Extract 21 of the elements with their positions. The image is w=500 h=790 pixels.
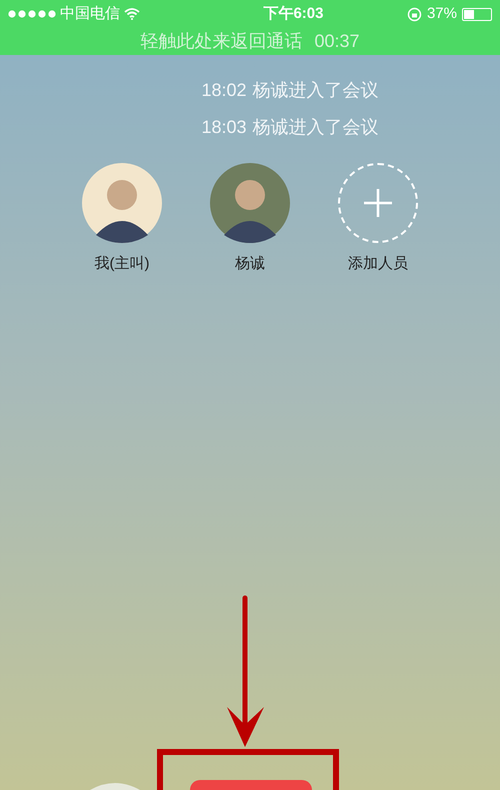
clock: 下午6:03: [263, 4, 324, 24]
mute-button[interactable]: [90, 783, 140, 790]
plus-icon: [363, 188, 393, 218]
hang-up-button[interactable]: [190, 780, 312, 790]
status-bar[interactable]: 中国电信 下午6:03 37% 轻触此处来返回通话 00:37: [0, 0, 500, 55]
event-text: 杨诚进入了会议: [252, 116, 379, 139]
participant-name: 杨诚: [235, 254, 265, 274]
call-timer: 00:37: [314, 30, 360, 53]
battery-percent: 37%: [426, 4, 457, 24]
return-to-call-text: 轻触此处来返回通话: [140, 30, 302, 53]
event-time: 18:02: [201, 79, 247, 102]
event-text: 杨诚进入了会议: [252, 79, 379, 102]
signal-icon: [8, 10, 56, 18]
carrier-name: 中国电信: [60, 4, 120, 24]
rotation-lock-icon: [406, 6, 422, 22]
add-person-button[interactable]: [338, 163, 418, 243]
wifi-icon: [124, 8, 140, 20]
participant-name: 我(主叫): [94, 254, 150, 274]
participant-name: 添加人员: [348, 254, 408, 274]
battery-icon: [462, 8, 492, 20]
event-time: 18:03: [201, 116, 247, 139]
